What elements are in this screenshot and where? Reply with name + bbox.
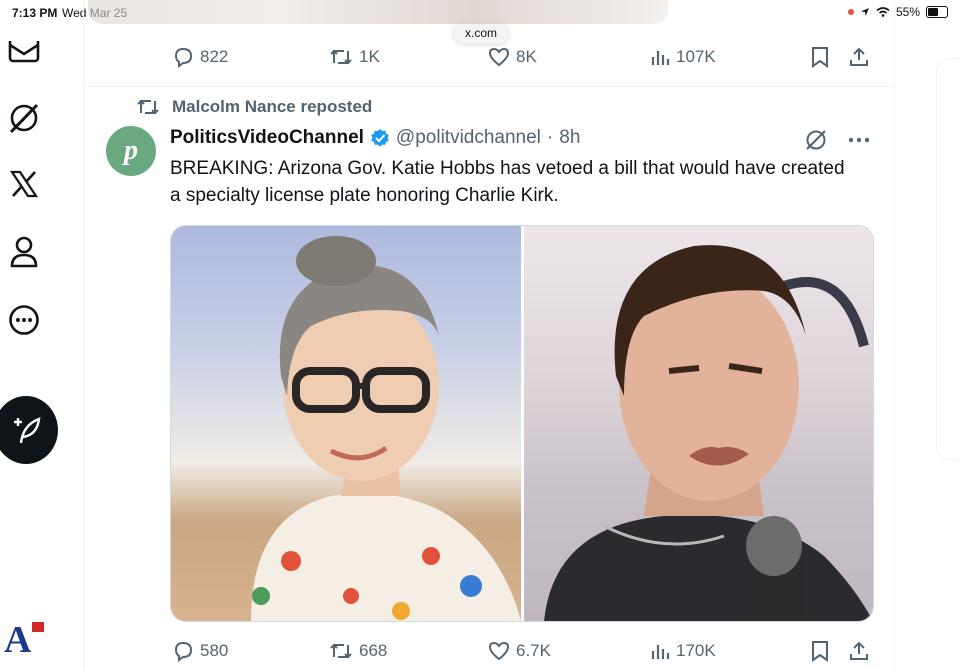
right-sidebar-card[interactable] <box>936 58 960 460</box>
x-logo-icon <box>9 170 39 198</box>
reply-button[interactable]: 822 <box>172 46 228 68</box>
post-divider <box>83 86 893 87</box>
repost-banner[interactable]: Malcolm Nance reposted <box>136 97 372 117</box>
mail-icon <box>8 41 40 63</box>
bookmark-icon <box>812 47 828 68</box>
verified-badge-icon <box>371 129 389 147</box>
share-icon <box>850 47 868 66</box>
post-media[interactable] <box>170 225 874 622</box>
post-time[interactable]: 8h <box>559 127 580 149</box>
repost-icon <box>137 99 159 115</box>
post-actions: 580 668 6.7K 170K <box>88 636 868 666</box>
left-nav-rail: A <box>0 28 82 670</box>
post-text: BREAKING: Arizona Gov. Katie Hobbs has v… <box>170 158 845 206</box>
reply-count: 822 <box>200 47 229 66</box>
share-button[interactable] <box>848 46 870 68</box>
messages-nav[interactable] <box>6 36 42 72</box>
battery-icon <box>926 6 948 18</box>
reply-button[interactable]: 580 <box>172 640 228 662</box>
share-button[interactable] <box>848 640 870 662</box>
compose-post-button[interactable] <box>0 396 58 464</box>
bookmark-button[interactable] <box>810 640 830 662</box>
repost-button[interactable]: 1K <box>329 46 380 68</box>
like-count: 8K <box>516 47 537 66</box>
more-options-icon[interactable] <box>848 137 870 143</box>
portrait-man-image <box>544 245 873 621</box>
photo-man[interactable] <box>524 226 873 621</box>
views-button[interactable]: 170K <box>650 641 716 661</box>
repost-button[interactable]: 668 <box>329 640 387 662</box>
handle[interactable]: @politvidchannel <box>396 127 541 149</box>
grok-nav[interactable] <box>6 100 42 136</box>
reply-count: 580 <box>200 641 229 660</box>
post-header: PoliticsVideoChannel @politvidchannel · … <box>170 127 580 149</box>
views-count: 107K <box>676 47 716 66</box>
repost-icon <box>330 643 352 659</box>
repost-banner-text: Malcolm Nance reposted <box>172 97 373 116</box>
views-icon <box>651 645 670 659</box>
compose-icon <box>14 417 41 444</box>
avatar[interactable]: p <box>106 126 156 176</box>
like-count: 6.7K <box>516 641 551 660</box>
bookmark-icon <box>812 641 828 662</box>
photo-woman[interactable] <box>171 226 521 621</box>
battery-percent: 55% <box>895 5 920 19</box>
display-name[interactable]: PoliticsVideoChannel <box>170 127 364 149</box>
post-header-actions <box>804 128 870 152</box>
like-button[interactable]: 6.7K <box>488 641 551 661</box>
profile-nav[interactable] <box>6 234 42 270</box>
repost-icon <box>330 49 352 65</box>
previous-post-media[interactable] <box>88 0 668 24</box>
grok-icon[interactable] <box>804 128 828 152</box>
reply-icon <box>174 641 193 662</box>
more-nav[interactable] <box>6 302 42 338</box>
app-logo: A <box>4 618 44 662</box>
views-count: 170K <box>676 641 716 660</box>
repost-count: 1K <box>359 47 380 66</box>
profile-icon <box>10 236 38 268</box>
bookmark-button[interactable] <box>810 46 830 68</box>
status-time: 7:13 PM <box>12 6 58 20</box>
home-nav[interactable] <box>6 166 42 202</box>
views-icon <box>651 51 670 65</box>
like-button[interactable]: 8K <box>488 47 537 67</box>
heart-icon <box>488 47 510 67</box>
heart-icon <box>488 641 510 661</box>
more-icon <box>9 305 39 335</box>
portrait-woman-image <box>251 236 521 621</box>
repost-count: 668 <box>359 641 388 660</box>
share-icon <box>850 641 868 660</box>
reply-icon <box>174 47 193 68</box>
views-button[interactable]: 107K <box>650 47 716 67</box>
separator: · <box>546 127 554 148</box>
previous-post-actions: 822 1K 8K 107K <box>88 42 868 72</box>
grok-icon <box>9 103 39 134</box>
